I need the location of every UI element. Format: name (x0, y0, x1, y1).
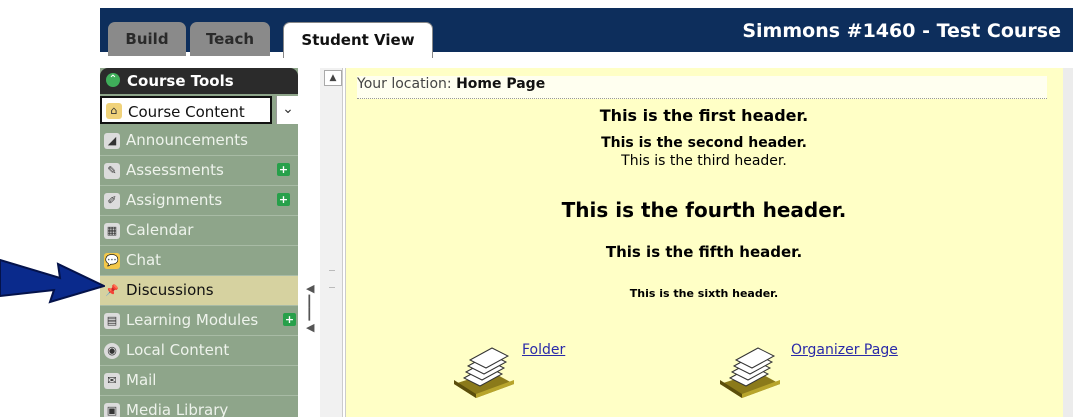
sidebar-item-label: Media Library (126, 401, 229, 417)
calendar-icon: ▦ (104, 223, 120, 239)
header-1: This is the first header. (599, 106, 809, 125)
sidebar-item-label: Mail (126, 371, 157, 389)
sidebar-item-label: Chat (126, 251, 162, 269)
sidebar-item-label: Local Content (126, 341, 230, 359)
tab-teach[interactable]: Teach (190, 22, 270, 56)
sidebar-item-label: Announcements (126, 131, 248, 149)
collapse-sidebar-icon[interactable]: ◀ ┃ ┃ ◀ (306, 282, 314, 334)
sidebar-item-label: Discussions (126, 281, 214, 299)
home-icon: ⌂ (106, 103, 122, 119)
header-3: This is the third header. (621, 153, 787, 169)
collapse-icon[interactable]: ⌃ (106, 73, 120, 87)
course-tools-sidebar: ⌃ Course Tools ⌂ Course Content ◢ Announ… (100, 68, 298, 417)
module-icon: ▤ (104, 313, 120, 329)
assessment-icon: ✎ (104, 163, 120, 179)
disc-icon: ◉ (104, 343, 120, 359)
scroll-up-button[interactable]: ▲ (324, 70, 342, 86)
header-6: This is the sixth header. (629, 287, 779, 300)
course-tools-header[interactable]: ⌃ Course Tools (100, 68, 298, 94)
sidebar-item-label: Assessments (126, 161, 224, 179)
chevron-double-down-icon: ⌄ (282, 101, 294, 117)
new-item-icon: + (283, 313, 296, 326)
breadcrumb-prefix: Your location: (357, 76, 452, 92)
right-scrollbar[interactable] (1063, 68, 1073, 417)
sidebar-item-learning-modules[interactable]: ▤ Learning Modules + (100, 306, 298, 336)
organizer-tray-icon[interactable] (718, 344, 782, 404)
media-icon: ▣ (104, 403, 120, 417)
sidebar-item-calendar[interactable]: ▦ Calendar (100, 216, 298, 246)
sidebar-item-course-content[interactable]: ⌂ Course Content (100, 96, 272, 124)
header-5: This is the fifth header. (605, 243, 803, 261)
sidebar-item-label: Learning Modules (126, 311, 259, 329)
chat-icon: 💬 (104, 253, 120, 269)
tab-build[interactable]: Build (108, 22, 186, 56)
organizer-page-link[interactable]: Organizer Page (791, 342, 898, 358)
course-title: Simmons #1460 - Test Course (742, 20, 1061, 42)
sidebar-item-mail[interactable]: ✉ Mail (100, 366, 298, 396)
new-item-icon: + (277, 193, 290, 206)
sidebar-item-label: Calendar (126, 221, 194, 239)
new-item-icon: + (277, 163, 290, 176)
tab-student-view[interactable]: Student View (283, 22, 433, 58)
sidebar-item-announcements[interactable]: ◢ Announcements (100, 126, 298, 156)
sidebar-item-label: Assignments (126, 191, 223, 209)
content-scrollbar[interactable] (320, 68, 343, 417)
breadcrumb: Your location: Home Page (357, 76, 1047, 99)
pin-icon: 📌 (105, 284, 119, 297)
mail-icon: ✉ (104, 373, 120, 389)
sidebar-item-media-library[interactable]: ▣ Media Library (100, 396, 298, 417)
sidebar-item-local-content[interactable]: ◉ Local Content (100, 336, 298, 366)
sidebar-item-label: Course Content (128, 103, 245, 121)
sidebar-item-assessments[interactable]: ✎ Assessments + (100, 156, 298, 186)
pointer-arrow-icon (0, 258, 105, 304)
scroll-grip-icon[interactable] (329, 270, 335, 288)
sidebar-item-chat[interactable]: 💬 Chat (100, 246, 298, 276)
folder-link[interactable]: Folder (522, 342, 565, 358)
header-4: This is the fourth header. (561, 198, 847, 222)
megaphone-icon: ◢ (104, 133, 120, 149)
assignment-icon: ✐ (104, 193, 120, 209)
sidebar-item-discussions[interactable]: 📌 Discussions (100, 276, 298, 306)
course-header-bar: Build Teach Student View Simmons #1460 -… (100, 8, 1073, 58)
header-2: This is the second header. (601, 135, 807, 151)
folder-tray-icon[interactable] (452, 344, 516, 404)
panel-splitter[interactable] (299, 68, 319, 417)
breadcrumb-current-page: Home Page (456, 76, 546, 92)
expand-menu-button[interactable]: ⌄ (276, 96, 299, 124)
sidebar-item-assignments[interactable]: ✐ Assignments + (100, 186, 298, 216)
course-tools-title: Course Tools (127, 72, 234, 90)
